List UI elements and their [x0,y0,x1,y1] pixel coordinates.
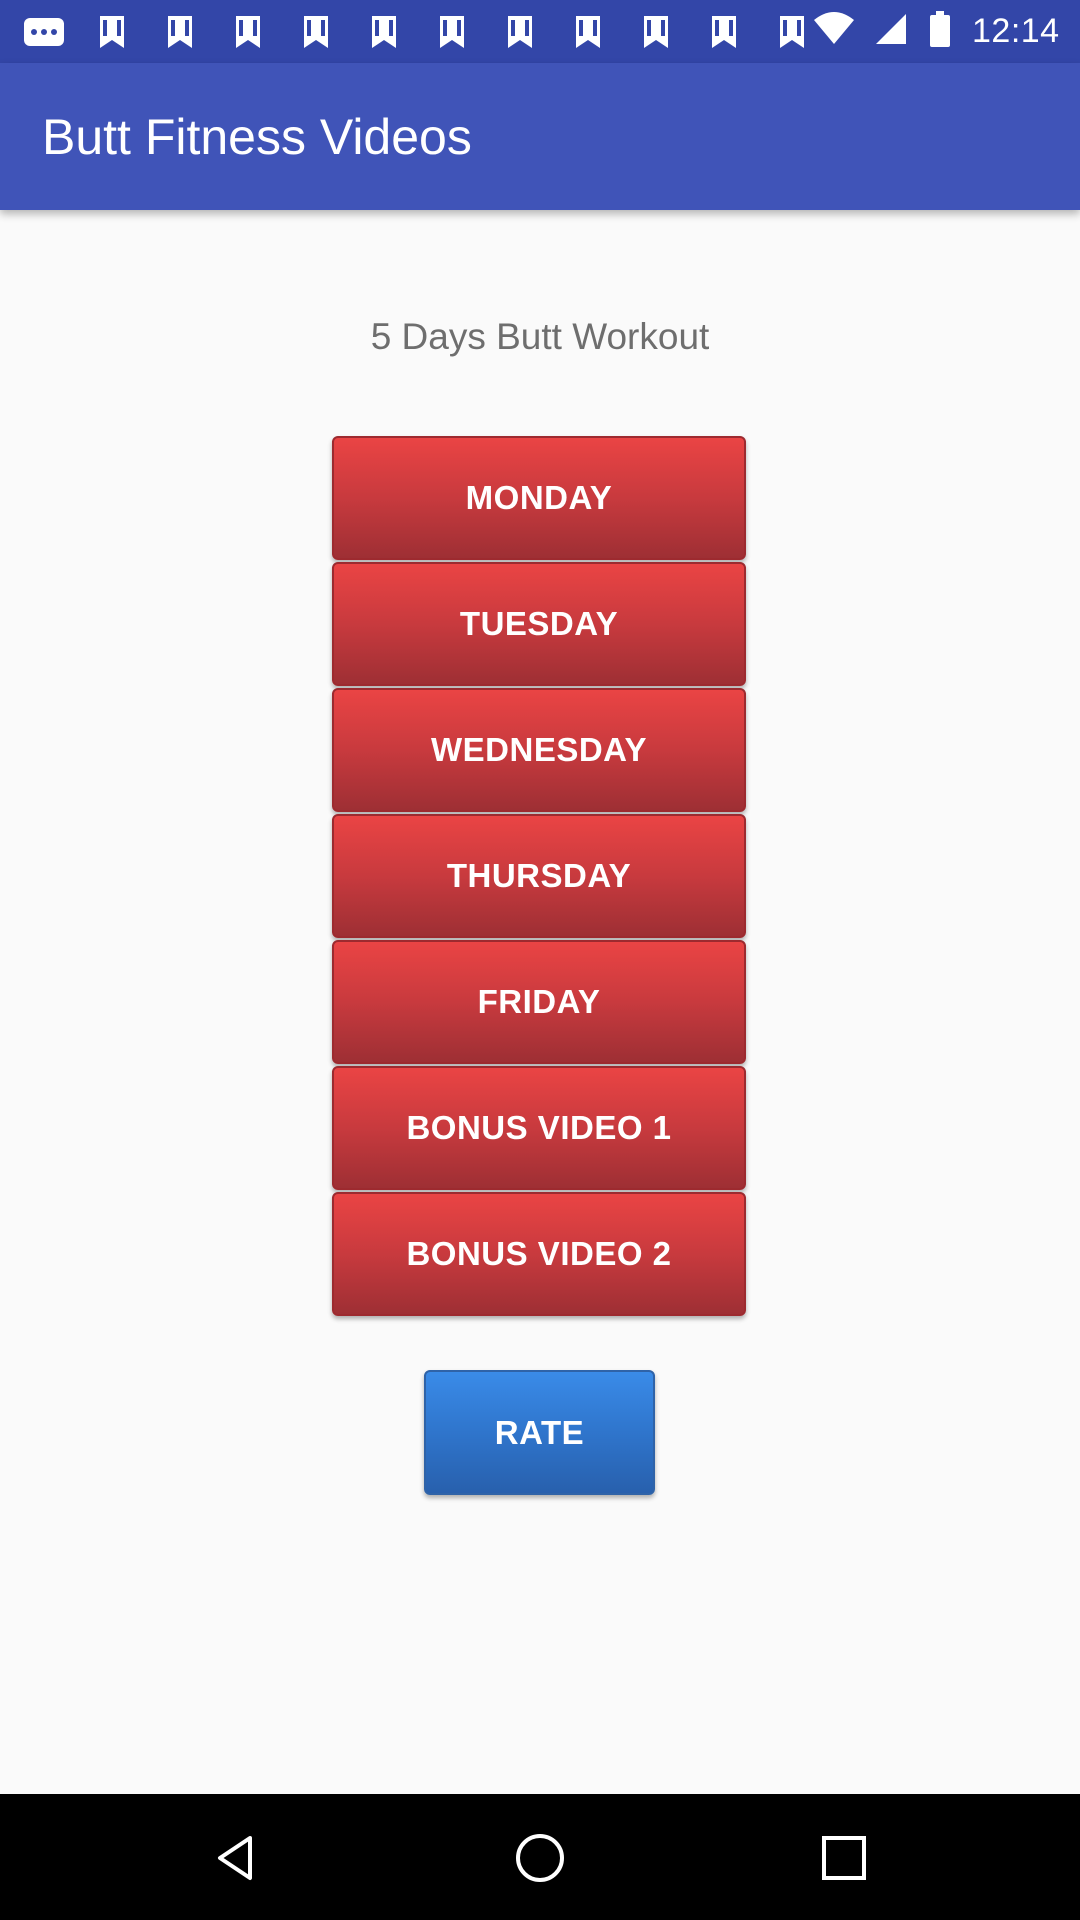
system-indicators: 12:14 [814,11,1060,52]
notification-icon [430,10,474,54]
notification-icon [770,10,814,54]
notification-icon [702,10,746,54]
notification-icon [158,10,202,54]
tuesday-button[interactable]: TUESDAY [332,562,746,686]
wednesday-button[interactable]: WEDNESDAY [332,688,746,812]
friday-button[interactable]: FRIDAY [332,940,746,1064]
workout-subtitle: 5 Days Butt Workout [370,316,710,357]
notification-icon [566,10,610,54]
notification-icon [362,10,406,54]
notification-icon [294,10,338,54]
status-bar: 12:14 [0,0,1080,63]
app-bar: Butt Fitness Videos [0,63,1080,210]
recents-icon[interactable] [818,1832,870,1884]
home-icon[interactable] [514,1832,566,1884]
bonus-video-1-button[interactable]: BONUS VIDEO 1 [332,1066,746,1190]
signal-icon [876,12,908,51]
app-title: Butt Fitness Videos [42,108,472,165]
monday-button[interactable]: MONDAY [332,436,746,560]
notification-area [22,10,814,54]
bonus-video-2-button[interactable]: BONUS VIDEO 2 [332,1192,746,1316]
rate-button[interactable]: RATE [424,1370,655,1495]
day-button-list: MONDAY TUESDAY WEDNESDAY THURSDAY FRIDAY… [332,436,746,1318]
notification-icon [498,10,542,54]
navigation-bar [0,1794,1080,1920]
battery-icon [930,11,950,52]
notification-icon [634,10,678,54]
notification-icon [90,10,134,54]
notification-icon [226,10,270,54]
back-icon[interactable] [210,1832,262,1884]
more-dots-icon [22,10,66,54]
thursday-button[interactable]: THURSDAY [332,814,746,938]
wifi-icon [814,12,854,51]
status-time: 12:14 [972,12,1060,50]
